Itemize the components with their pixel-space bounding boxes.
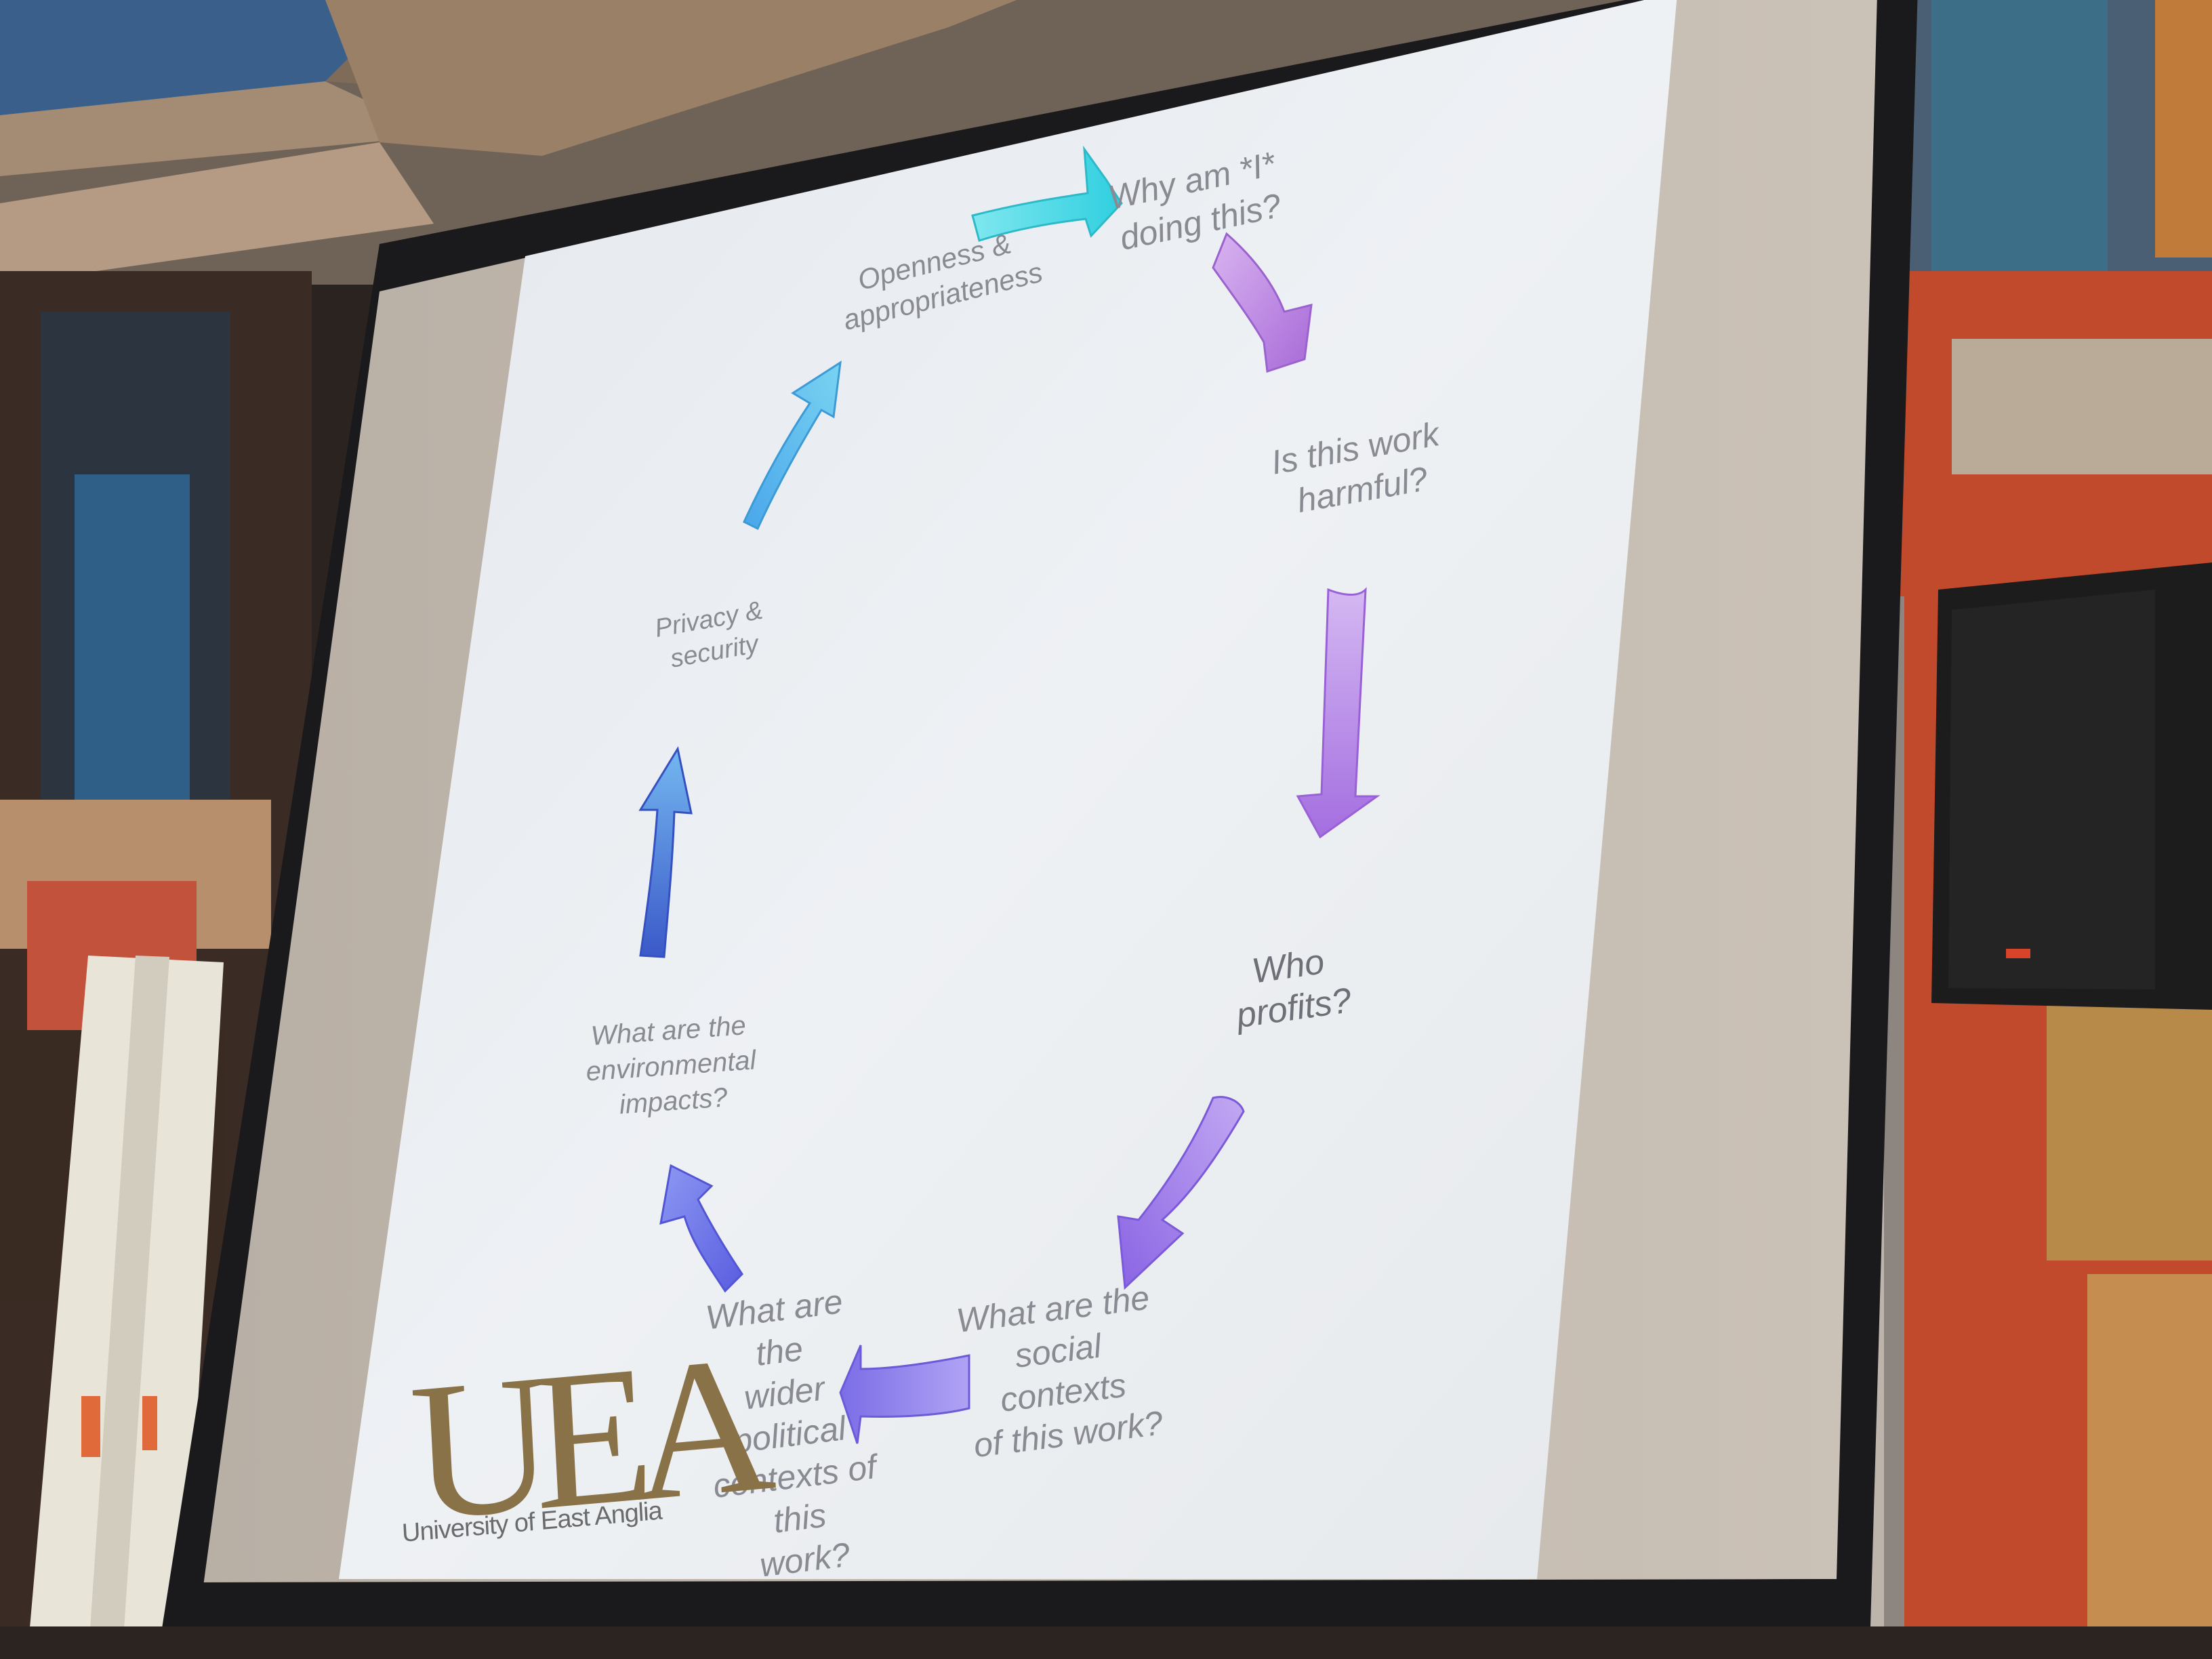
- label-social-contexts: What are the social contexts of this wor…: [954, 1278, 1166, 1465]
- photo-scene: Why am *I* doing this? Is this work harm…: [0, 0, 2212, 1659]
- label-environmental-impacts: What are the environmental impacts?: [585, 1010, 757, 1120]
